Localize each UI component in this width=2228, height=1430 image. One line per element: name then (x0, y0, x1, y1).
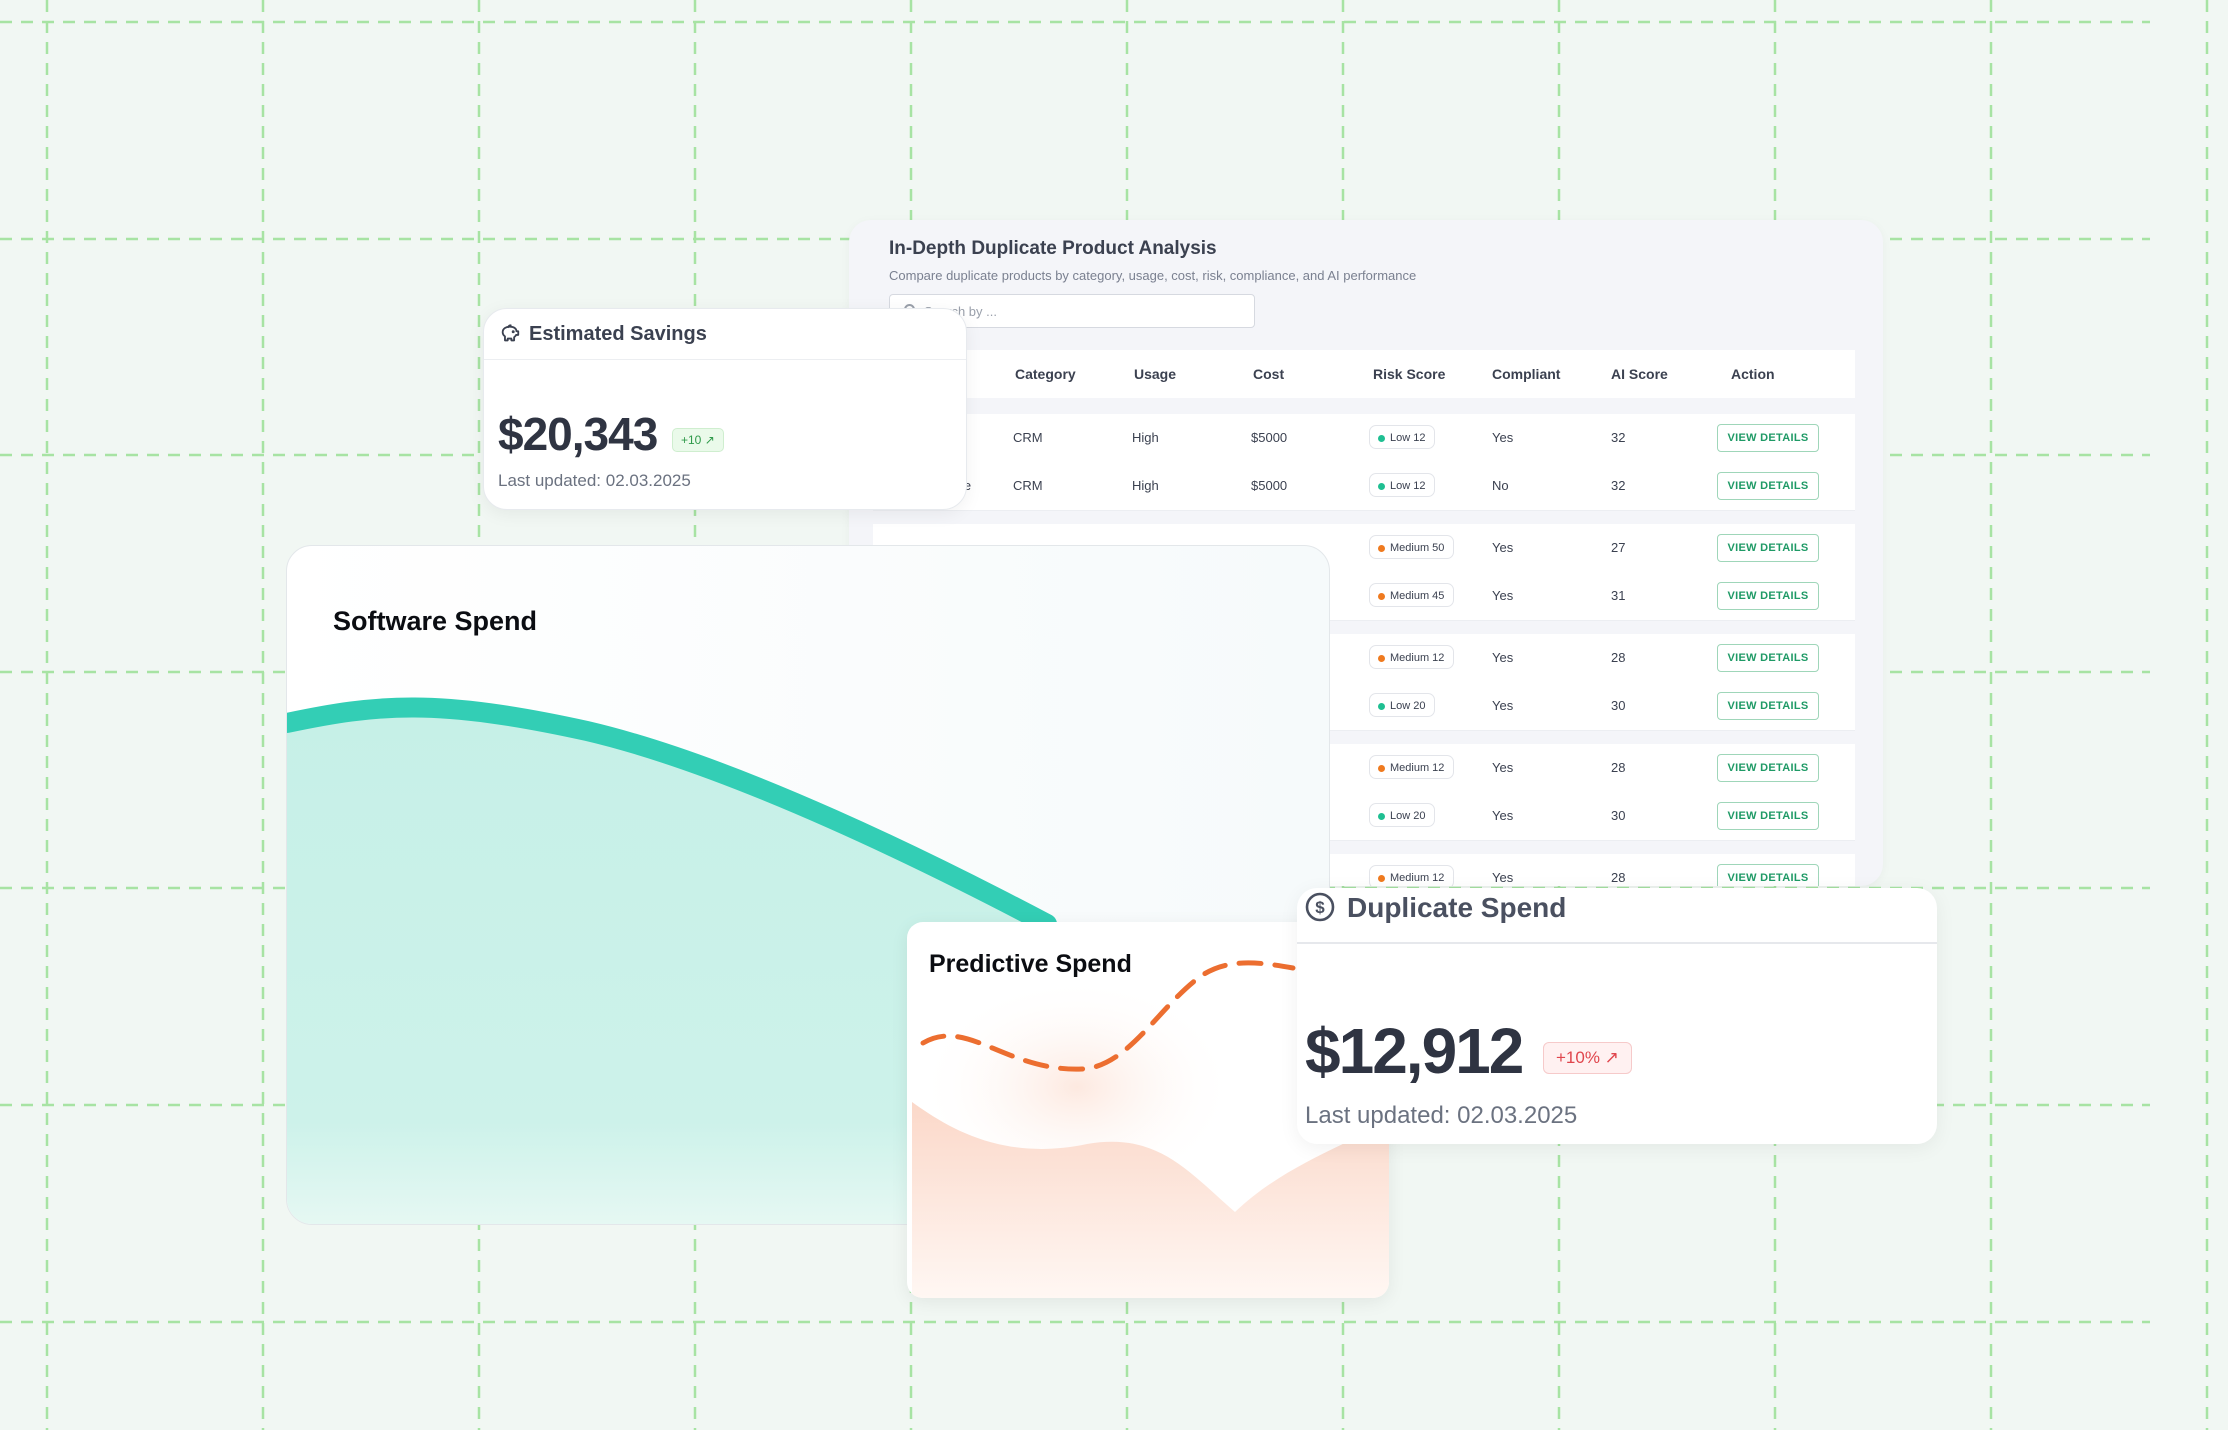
usage-cell: High (1132, 430, 1159, 445)
view-details-button[interactable]: VIEW DETAILS (1717, 644, 1819, 672)
compliant-cell: Yes (1492, 588, 1514, 603)
compliant-cell: Yes (1492, 760, 1514, 775)
duplicate-spend-card: $ Duplicate Spend $12,912 +10% ↗ Last up… (1297, 888, 1937, 1144)
column-header-usage: Usage (1134, 366, 1177, 382)
compliant-cell: Yes (1492, 808, 1514, 823)
ai-score-cell: 32 (1611, 478, 1626, 493)
risk-score-badge: Medium 12 (1369, 865, 1455, 886)
risk-score-label: Low 12 (1390, 432, 1426, 444)
view-details-button[interactable]: VIEW DETAILS (1717, 582, 1819, 610)
ai-score-cell: 28 (1611, 650, 1626, 665)
ai-score-cell: 28 (1611, 870, 1626, 885)
duplicate-spend-title: Duplicate Spend (1347, 892, 1567, 923)
ai-score-cell: 30 (1611, 698, 1626, 713)
column-header-action: Action (1731, 366, 1775, 382)
compliant-cell: Yes (1492, 870, 1514, 885)
ai-score-cell: 30 (1611, 808, 1626, 823)
view-details-button[interactable]: VIEW DETAILS (1717, 864, 1819, 886)
svg-text:$: $ (1315, 898, 1325, 917)
duplicate-spend-last-updated: Last updated: 02.03.2025 (1305, 1102, 1578, 1129)
category-cell: CRM (1013, 478, 1043, 493)
compliant-cell: No (1492, 478, 1509, 493)
compliant-cell: Yes (1492, 540, 1514, 555)
risk-score-label: Medium 12 (1390, 762, 1445, 774)
estimated-savings-card: Estimated Savings $20,343 +10 ↗ Last upd… (483, 308, 967, 510)
risk-score-label: Medium 45 (1390, 590, 1445, 602)
risk-score-badge: Low 20 (1369, 693, 1436, 717)
view-details-button[interactable]: VIEW DETAILS (1717, 472, 1819, 500)
view-details-button[interactable]: VIEW DETAILS (1717, 754, 1819, 782)
risk-score-label: Medium 12 (1390, 872, 1445, 884)
risk-score-label: Low 12 (1390, 480, 1426, 492)
risk-status-dot (1378, 545, 1385, 552)
risk-score-badge: Low 12 (1369, 473, 1436, 497)
compliant-cell: Yes (1492, 430, 1514, 445)
view-details-button[interactable]: VIEW DETAILS (1717, 692, 1819, 720)
column-header-risk-score: Risk Score (1373, 366, 1446, 382)
savings-header: Estimated Savings (484, 309, 966, 360)
risk-status-dot (1378, 593, 1385, 600)
table-row: rceCRMHigh$5000No32Low 12VIEW DETAILS (873, 462, 1855, 511)
view-details-button[interactable]: VIEW DETAILS (1717, 802, 1819, 830)
predictive-spend-title: Predictive Spend (929, 950, 1132, 978)
ai-score-cell: 27 (1611, 540, 1626, 555)
analysis-title: In-Depth Duplicate Product Analysis (889, 238, 1217, 259)
compliant-cell: Yes (1492, 650, 1514, 665)
ai-score-cell: 28 (1611, 760, 1626, 775)
risk-score-badge: Low 12 (1369, 425, 1436, 449)
ai-score-cell: 31 (1611, 588, 1626, 603)
usage-cell: High (1132, 478, 1159, 493)
risk-score-badge: Medium 50 (1369, 535, 1455, 559)
savings-change-badge: +10 ↗ (672, 428, 724, 452)
category-cell: CRM (1013, 430, 1043, 445)
savings-value: $20,343 (498, 408, 658, 460)
table-header: Category Usage Cost Risk Score Compliant… (873, 350, 1855, 398)
savings-title: Estimated Savings (529, 323, 707, 345)
risk-score-badge: Medium 45 (1369, 583, 1455, 607)
compliant-cell: Yes (1492, 698, 1514, 713)
column-header-category: Category (1015, 366, 1076, 382)
ai-score-cell: 32 (1611, 430, 1626, 445)
duplicate-spend-value: $12,912 (1305, 1015, 1524, 1087)
risk-status-dot (1378, 765, 1385, 772)
cost-cell: $5000 (1251, 478, 1288, 493)
risk-score-badge: Medium 12 (1369, 645, 1455, 669)
risk-status-dot (1378, 875, 1385, 882)
piggy-bank-icon (501, 324, 520, 342)
table-row: tCRMHigh$5000Yes32Low 12VIEW DETAILS (873, 414, 1855, 463)
view-details-button[interactable]: VIEW DETAILS (1717, 424, 1819, 452)
risk-score-badge: Low 20 (1369, 803, 1436, 827)
view-details-button[interactable]: VIEW DETAILS (1717, 534, 1819, 562)
risk-score-badge: Medium 12 (1369, 755, 1455, 779)
risk-score-label: Medium 50 (1390, 542, 1445, 554)
risk-status-dot (1378, 703, 1385, 710)
software-spend-title: Software Spend (333, 606, 538, 636)
duplicate-spend-header: $ Duplicate Spend (1297, 888, 1937, 944)
savings-last-updated: Last updated: 02.03.2025 (498, 471, 691, 490)
risk-status-dot (1378, 813, 1385, 820)
dollar-circle-icon: $ (1305, 892, 1335, 922)
risk-status-dot (1378, 483, 1385, 490)
risk-score-label: Medium 12 (1390, 652, 1445, 664)
analysis-subtitle: Compare duplicate products by category, … (889, 268, 1417, 283)
cost-cell: $5000 (1251, 430, 1288, 445)
risk-score-label: Low 20 (1390, 700, 1426, 712)
risk-score-label: Low 20 (1390, 810, 1426, 822)
risk-status-dot (1378, 435, 1385, 442)
duplicate-spend-change-badge: +10% ↗ (1543, 1042, 1632, 1074)
column-header-ai-score: AI Score (1611, 366, 1668, 382)
column-header-cost: Cost (1253, 366, 1285, 382)
column-header-compliant: Compliant (1492, 366, 1561, 382)
risk-status-dot (1378, 655, 1385, 662)
